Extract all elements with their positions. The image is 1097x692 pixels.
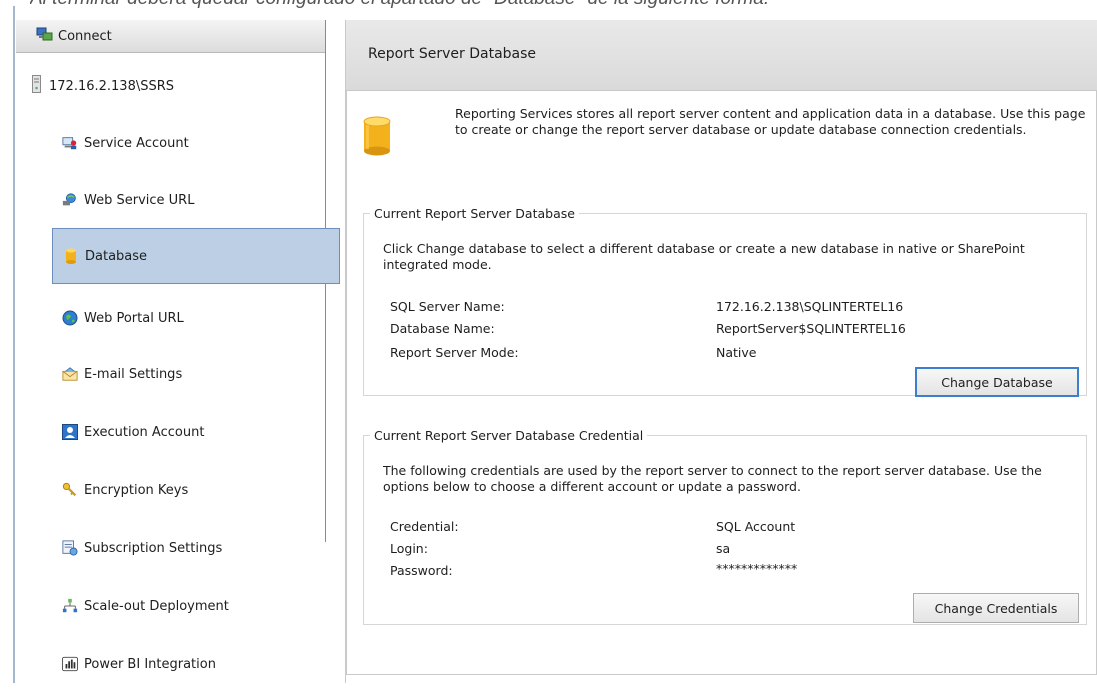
connect-label: Connect <box>58 28 112 44</box>
credential-type-label: Credential: <box>390 519 459 534</box>
sidebar-item-encryption-keys[interactable]: Encryption Keys <box>52 462 340 518</box>
connect-icon <box>36 26 54 46</box>
sidebar-item-database[interactable]: Database <box>52 228 340 284</box>
sidebar-item-execution-account[interactable]: Execution Account <box>52 404 340 460</box>
page-caption: Al terminar deberá quedar configurado el… <box>30 0 1090 10</box>
page-header: Report Server Database <box>346 20 1097 91</box>
sidebar-item-label: Subscription Settings <box>84 540 223 556</box>
sidebar-item-label: Encryption Keys <box>84 482 189 498</box>
password-label: Password: <box>390 563 453 578</box>
change-database-button[interactable]: Change Database <box>915 367 1079 397</box>
sidebar-item-web-portal-url[interactable]: Web Portal URL <box>52 290 340 346</box>
credential-description: The following credentials are used by th… <box>383 463 1042 494</box>
sidebar-item-email-settings[interactable]: E-mail Settings <box>52 346 340 402</box>
sidebar-item-power-bi-integration[interactable]: Power BI Integration <box>52 636 340 692</box>
report-server-mode-label: Report Server Mode: <box>390 345 519 360</box>
sidebar-item-label: Power BI Integration <box>84 656 216 672</box>
sidebar-item-subscription-settings[interactable]: Subscription Settings <box>52 520 340 576</box>
sidebar-item-scale-out-deployment[interactable]: Scale-out Deployment <box>52 578 340 634</box>
sidebar-item-label: Scale-out Deployment <box>84 598 229 614</box>
sidebar: Connect 172.16.2.138\SSRS Service Accoun… <box>16 20 340 683</box>
current-database-description: Click Change database to select a differ… <box>383 241 1025 272</box>
database-icon <box>363 116 391 160</box>
main-panel: Report Server Database Reporting Service… <box>345 20 1097 683</box>
login-label: Login: <box>390 541 428 556</box>
credential-legend: Current Report Server Database Credentia… <box>374 428 644 443</box>
sidebar-item-label: Web Portal URL <box>84 310 184 326</box>
power-bi-icon <box>62 656 78 672</box>
database-name-label: Database Name: <box>390 321 495 336</box>
globe-icon <box>62 310 78 326</box>
sidebar-item-label: E-mail Settings <box>84 366 183 382</box>
database-icon <box>63 248 79 264</box>
password-value: ************* <box>716 561 798 576</box>
sql-server-name-value: 172.16.2.138\SQLINTERTEL16 <box>716 299 904 314</box>
current-database-group: Current Report Server Database Click Cha… <box>363 206 1087 397</box>
connect-button[interactable]: Connect <box>16 20 325 53</box>
scale-out-icon <box>62 598 78 614</box>
keys-icon <box>62 482 78 498</box>
change-credentials-button[interactable]: Change Credentials <box>913 593 1079 623</box>
sidebar-item-web-service-url[interactable]: Web Service URL <box>52 172 340 228</box>
report-server-mode-value: Native <box>716 345 757 360</box>
subscription-icon <box>62 540 78 556</box>
sidebar-item-label: Database <box>85 248 148 264</box>
sidebar-item-label: Execution Account <box>84 424 205 440</box>
credential-type-value: SQL Account <box>716 519 796 534</box>
sidebar-item-label: Web Service URL <box>84 192 195 208</box>
intro-text: Reporting Services stores all report ser… <box>455 106 1086 137</box>
database-name-value: ReportServer$SQLINTERTEL16 <box>716 321 906 336</box>
content-area: Reporting Services stores all report ser… <box>346 90 1097 675</box>
service-account-icon <box>62 135 78 151</box>
web-service-icon <box>62 192 78 208</box>
current-database-legend: Current Report Server Database <box>374 206 575 221</box>
sidebar-item-service-account[interactable]: Service Account <box>52 115 340 171</box>
server-icon <box>32 75 41 97</box>
login-value: sa <box>716 541 731 556</box>
sql-server-name-label: SQL Server Name: <box>390 299 505 314</box>
page-title: Report Server Database <box>368 46 537 62</box>
credential-group: Current Report Server Database Credentia… <box>363 428 1087 625</box>
email-icon <box>62 366 78 382</box>
execution-account-icon <box>62 424 78 440</box>
server-label: 172.16.2.138\SSRS <box>49 78 175 94</box>
server-node[interactable]: 172.16.2.138\SSRS <box>16 75 175 97</box>
frame-edge <box>13 6 15 683</box>
sidebar-item-label: Service Account <box>84 135 189 151</box>
